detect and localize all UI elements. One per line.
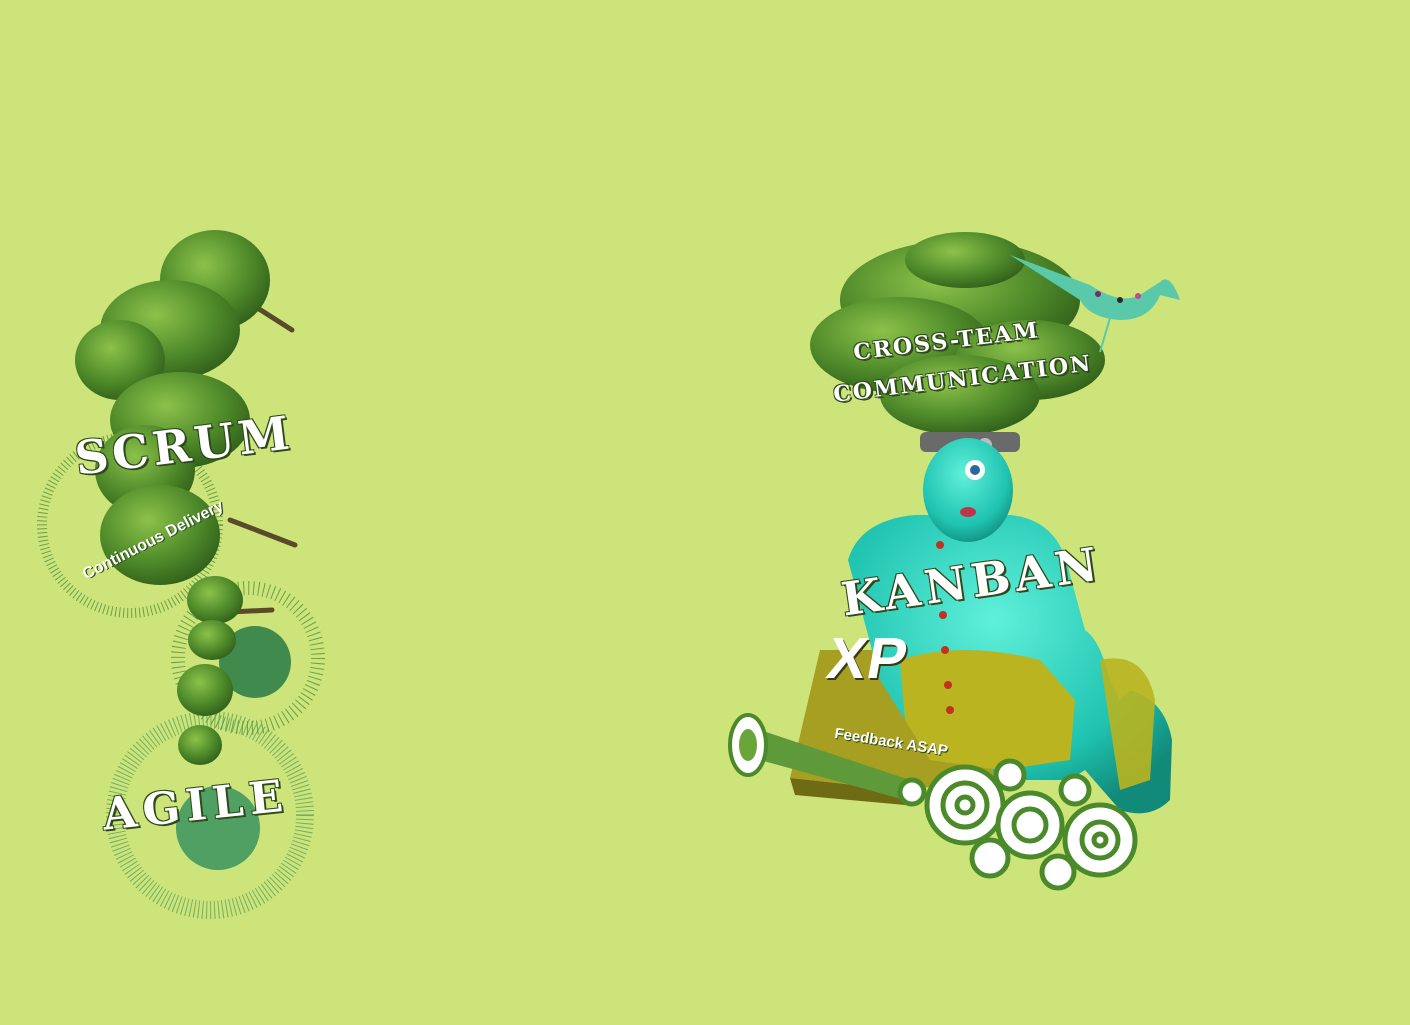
xp-label: XP <box>822 626 914 691</box>
collage-canvas: SCRUM Continuous Delivery AGILE CROSS-TE… <box>0 0 1410 1025</box>
